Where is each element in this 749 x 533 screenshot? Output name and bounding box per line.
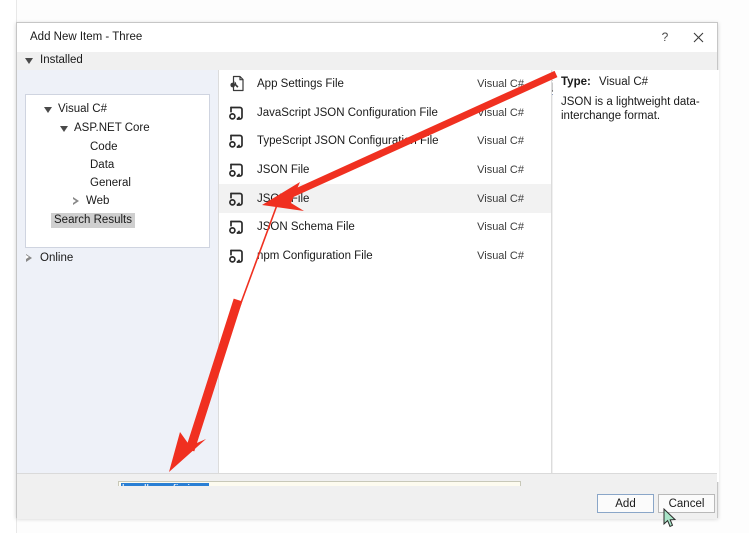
- installed-label: Installed: [40, 54, 83, 66]
- list-item-language: Visual C#: [477, 221, 524, 234]
- list-item-label: TypeScript JSON Configuration File: [257, 135, 439, 148]
- spacer-icon: [76, 143, 85, 152]
- detail-type-row: Type: Visual C#: [561, 76, 711, 88]
- tree-item-label: Visual C#: [58, 103, 108, 115]
- installed-tree: Visual C# ASP.NET Core Code Data General: [25, 94, 210, 248]
- list-item-selected[interactable]: JSON File Visual C#: [219, 184, 551, 213]
- list-item-language: Visual C#: [477, 192, 524, 205]
- dialog-footer: Add Cancel: [17, 486, 717, 518]
- item-details-pane: Type: Visual C# JSON is a lightweight da…: [553, 70, 719, 482]
- tree-item-search-results[interactable]: Search Results: [51, 213, 135, 228]
- tree-item-label: Data: [90, 159, 115, 171]
- list-item-label: JSON Schema File: [257, 221, 355, 234]
- add-button[interactable]: Add: [597, 494, 654, 513]
- close-icon: [693, 32, 703, 42]
- list-item-language: Visual C#: [477, 78, 524, 91]
- close-button[interactable]: [683, 23, 713, 51]
- list-item-language: Visual C#: [477, 164, 524, 177]
- list-item-language: Visual C#: [477, 249, 524, 262]
- detail-description: JSON is a lightweight data-interchange f…: [561, 96, 700, 122]
- tree-item-label: Code: [90, 141, 118, 153]
- detail-type-label: Type:: [561, 76, 591, 88]
- tree-item-code[interactable]: Code: [76, 141, 118, 154]
- dialog-title: Add New Item - Three: [30, 31, 143, 43]
- chevron-down-icon: [25, 56, 34, 65]
- categories-pane: Visual C# ASP.NET Core Code Data General: [17, 70, 218, 482]
- list-item[interactable]: App Settings File Visual C#: [219, 70, 551, 99]
- list-item-label: JSON File: [257, 192, 310, 205]
- mouse-cursor: [663, 508, 677, 528]
- tree-item-general[interactable]: General: [76, 177, 131, 190]
- tree-item-label: Web: [86, 195, 110, 207]
- tree-item-visual-csharp[interactable]: Visual C#: [44, 103, 107, 116]
- template-list[interactable]: App Settings File Visual C# JavaScript J…: [218, 70, 552, 482]
- chevron-right-icon: [25, 253, 34, 263]
- list-item-label: App Settings File: [257, 78, 344, 91]
- detail-type-value: Visual C#: [599, 76, 649, 88]
- tree-item-data[interactable]: Data: [76, 159, 114, 172]
- installed-header[interactable]: Installed: [25, 54, 83, 66]
- chevron-right-icon: [72, 197, 81, 206]
- tree-item-web[interactable]: Web: [72, 195, 109, 208]
- dialog-body: Installed Sort by: Default: [17, 52, 719, 486]
- json-file-icon: [225, 102, 247, 124]
- add-new-item-dialog: Add New Item - Three ? Installed Sort by…: [16, 22, 719, 519]
- question-mark-icon: ?: [661, 30, 669, 44]
- tree-item-aspnet-core[interactable]: ASP.NET Core: [60, 122, 150, 135]
- dialog-titlebar: Add New Item - Three ?: [17, 23, 717, 52]
- online-header[interactable]: Online: [25, 252, 73, 264]
- json-file-icon: [225, 130, 247, 152]
- list-item-language: Visual C#: [477, 135, 524, 148]
- chevron-down-icon: [44, 105, 53, 114]
- json-file-icon: [225, 159, 247, 181]
- list-item-label: npm Configuration File: [257, 249, 373, 262]
- tree-item-label: General: [90, 177, 131, 189]
- spacer-icon: [76, 161, 85, 170]
- json-file-icon: [225, 188, 247, 210]
- online-label: Online: [40, 252, 74, 264]
- list-item[interactable]: JavaScript JSON Configuration File Visua…: [219, 99, 551, 128]
- tree-item-label: Search Results: [51, 213, 135, 228]
- tree-item-label: ASP.NET Core: [74, 122, 150, 134]
- json-file-icon: [225, 216, 247, 238]
- list-item[interactable]: TypeScript JSON Configuration File Visua…: [219, 127, 551, 156]
- left-edge-band: [0, 0, 17, 533]
- list-item[interactable]: JSON Schema File Visual C#: [219, 213, 551, 242]
- spacer-icon: [76, 179, 85, 188]
- help-button[interactable]: ?: [650, 23, 680, 51]
- list-item[interactable]: npm Configuration File Visual C#: [219, 242, 551, 271]
- list-item[interactable]: JSON File Visual C#: [219, 156, 551, 185]
- list-item-label: JSON File: [257, 164, 310, 177]
- list-item-label: JavaScript JSON Configuration File: [257, 106, 438, 119]
- list-item-language: Visual C#: [477, 106, 524, 119]
- settings-file-icon: [225, 73, 247, 95]
- chevron-down-icon: [60, 124, 69, 133]
- json-file-icon: [225, 245, 247, 267]
